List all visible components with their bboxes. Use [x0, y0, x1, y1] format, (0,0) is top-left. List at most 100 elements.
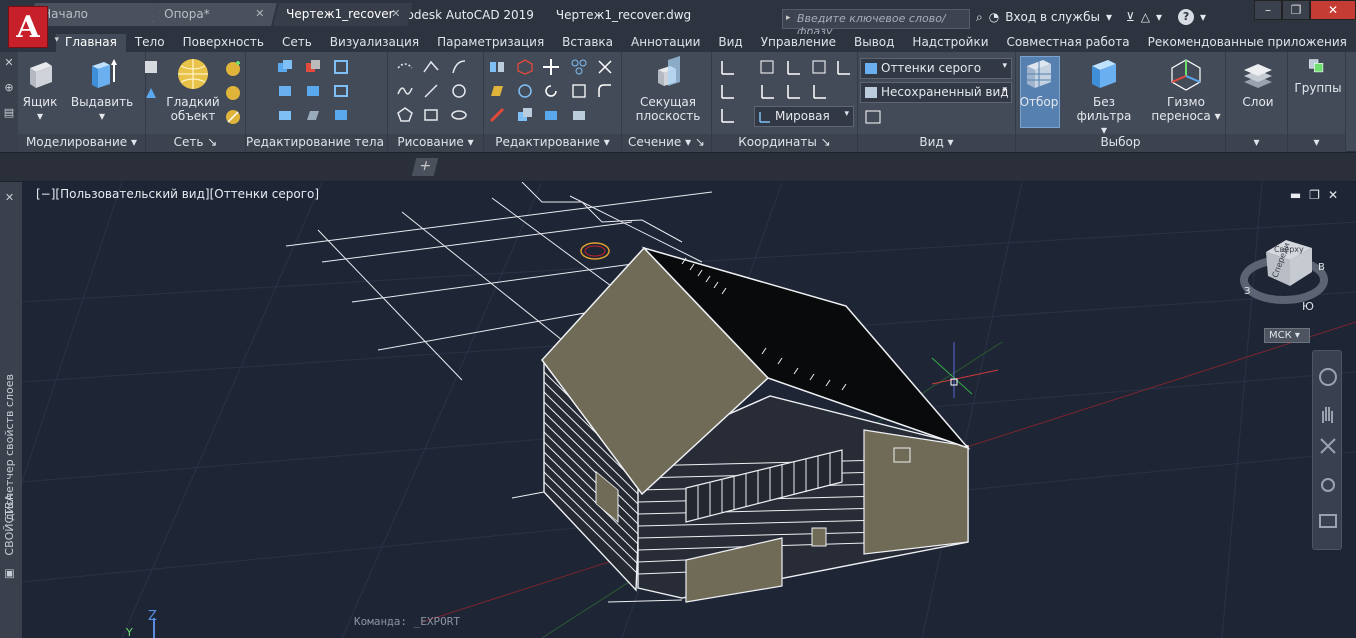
- ucs-menu[interactable]: МСК ▾: [1264, 328, 1310, 343]
- close-icon[interactable]: ✕: [1310, 0, 1356, 20]
- move-icon[interactable]: [542, 58, 560, 76]
- tab-1[interactable]: Тело: [126, 34, 174, 52]
- ucs-3point-icon[interactable]: [718, 82, 736, 100]
- panel-title-draw[interactable]: Рисование ▾: [388, 134, 483, 152]
- section-plane-button[interactable]: Секущая плоскость: [632, 56, 704, 123]
- trim-icon[interactable]: [596, 58, 614, 76]
- tab-2[interactable]: Поверхность: [174, 34, 273, 52]
- mesh-refine-icon[interactable]: [224, 84, 242, 102]
- tab-5[interactable]: Параметризация: [428, 34, 553, 52]
- panel-title-layers[interactable]: ▾: [1226, 134, 1287, 152]
- mirror-icon[interactable]: [488, 58, 506, 76]
- ucs-origin-icon[interactable]: [784, 58, 802, 76]
- panel-title-coordinates[interactable]: Координаты ↘: [712, 134, 857, 152]
- panel-title-view[interactable]: Вид ▾: [858, 134, 1015, 152]
- ucs-icon[interactable]: [718, 58, 736, 76]
- cart-icon[interactable]: ⊻: [1126, 10, 1135, 24]
- ucs-z-icon[interactable]: [834, 58, 852, 76]
- 3d-move-icon[interactable]: [516, 58, 534, 76]
- minimize-icon[interactable]: –: [1254, 0, 1282, 20]
- exchange-icon[interactable]: △: [1141, 10, 1150, 24]
- viewport-label[interactable]: [−][Пользовательский вид][Оттенки серого…: [36, 187, 319, 201]
- search-input[interactable]: ▸ Введите ключевое слово/фразу: [782, 9, 970, 38]
- ellipse-icon[interactable]: [450, 106, 468, 124]
- extract-edges-icon[interactable]: [332, 106, 350, 124]
- application-menu-button[interactable]: A ▾: [8, 6, 59, 48]
- erase-icon[interactable]: [488, 106, 506, 124]
- doc-tab-drawing[interactable]: Чертеж1_recover ✕: [273, 3, 413, 26]
- panel-title-solid-edit[interactable]: Редактирование тела ▾: [246, 134, 387, 152]
- palette-close-icon[interactable]: ✕: [3, 190, 16, 203]
- panel-title-mesh[interactable]: Сеть ↘: [146, 134, 245, 152]
- close-viewport-icon[interactable]: ✕: [1328, 188, 1338, 202]
- chevron-down-icon[interactable]: ▾: [1106, 10, 1112, 24]
- panel-title-section[interactable]: Сечение ▾ ↘: [622, 134, 711, 152]
- doc-tab-start[interactable]: Начало: [29, 3, 157, 26]
- shell-icon[interactable]: [332, 82, 350, 100]
- groups-button[interactable]: Группы: [1292, 56, 1344, 95]
- gizmo-button[interactable]: Гизмо переноса ▾: [1150, 56, 1222, 123]
- tab-12[interactable]: Совместная работа: [998, 34, 1139, 52]
- doc-tab-opora[interactable]: Опора* ✕: [151, 3, 277, 26]
- intersect-icon[interactable]: [332, 58, 350, 76]
- chevron-down-icon[interactable]: ▾: [1156, 10, 1162, 24]
- chamfer-edge-icon[interactable]: [304, 106, 322, 124]
- interfere-icon[interactable]: [304, 82, 322, 100]
- copy-icon[interactable]: [516, 106, 534, 124]
- tab-10[interactable]: Вывод: [845, 34, 903, 52]
- palette-icon[interactable]: ▣: [3, 568, 16, 581]
- pan-hand-icon[interactable]: [1322, 407, 1333, 423]
- subtract-icon[interactable]: [304, 58, 322, 76]
- fillet-edge-icon[interactable]: [276, 106, 294, 124]
- tab-3[interactable]: Сеть: [273, 34, 321, 52]
- panel-title-modeling[interactable]: Моделирование ▾: [18, 134, 145, 152]
- mesh-add-icon[interactable]: [224, 60, 242, 78]
- circle-icon[interactable]: [450, 82, 468, 100]
- ucs-view-icon[interactable]: [810, 58, 828, 76]
- ucs-combo[interactable]: Мировая ▾: [754, 106, 854, 127]
- polyline-icon[interactable]: [422, 58, 440, 76]
- tab-4[interactable]: Визуализация: [321, 34, 428, 52]
- rotate-icon[interactable]: [542, 82, 560, 100]
- tab-8[interactable]: Вид: [709, 34, 751, 52]
- smooth-object-button[interactable]: Гладкий объект: [164, 56, 222, 123]
- ucs-named-icon[interactable]: [758, 58, 776, 76]
- zoom-extents-icon[interactable]: [1320, 438, 1336, 454]
- binoculars-icon[interactable]: ⌕: [976, 10, 983, 25]
- ucs-x-icon[interactable]: [758, 82, 776, 100]
- mesh-crease-icon[interactable]: [224, 108, 242, 126]
- union-icon[interactable]: [276, 58, 294, 76]
- 3d-rotate-icon[interactable]: [488, 82, 506, 100]
- close-icon[interactable]: ✕: [391, 7, 400, 20]
- offset-icon[interactable]: [570, 106, 588, 124]
- ucs-face-icon[interactable]: [718, 106, 736, 124]
- tab-13[interactable]: Рекомендованные приложения: [1139, 34, 1356, 52]
- properties-label[interactable]: СВОЙСТВА: [3, 494, 16, 556]
- tab-9[interactable]: Управление: [752, 34, 845, 52]
- stretch-icon[interactable]: [542, 106, 560, 124]
- settings-icon[interactable]: ▤: [4, 106, 14, 119]
- new-tab-button[interactable]: +: [411, 158, 439, 176]
- polygon-icon[interactable]: [396, 106, 414, 124]
- slash-line-icon[interactable]: [422, 82, 440, 100]
- rectangle-icon[interactable]: [422, 106, 440, 124]
- no-filter-button[interactable]: Без фильтра ▾: [1066, 56, 1142, 137]
- box-button[interactable]: Ящик ▾: [20, 56, 60, 123]
- named-view-combo[interactable]: Несохраненный вид ▾: [860, 82, 1012, 103]
- slice-icon[interactable]: [276, 82, 294, 100]
- close-icon[interactable]: ✕: [4, 56, 13, 69]
- scale-icon[interactable]: [570, 82, 588, 100]
- maximize-icon[interactable]: ❐: [1282, 0, 1310, 20]
- command-line[interactable]: Команда: _EXPORT: [354, 615, 460, 628]
- minimize-viewport-icon[interactable]: ▬: [1290, 188, 1301, 202]
- tab-0[interactable]: Главная: [56, 34, 126, 52]
- pin-icon[interactable]: ⊕: [4, 81, 13, 94]
- chevron-down-icon[interactable]: ▾: [1200, 10, 1206, 24]
- spline-icon[interactable]: [396, 82, 414, 100]
- help-button[interactable]: ?: [1178, 9, 1195, 25]
- panel-title-modify[interactable]: Редактирование ▾: [484, 134, 621, 152]
- extrude-button[interactable]: Выдавить ▾: [70, 56, 134, 123]
- orbit-icon[interactable]: [1321, 478, 1335, 492]
- 3d-align-icon[interactable]: [516, 82, 534, 100]
- fillet-icon[interactable]: [596, 82, 614, 100]
